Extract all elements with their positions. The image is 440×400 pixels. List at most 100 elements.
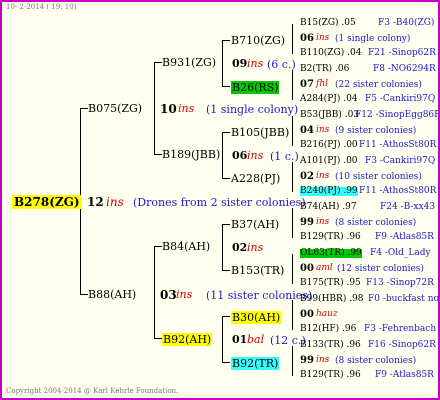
- gen4-note: (8 sister colonies): [335, 356, 417, 366]
- tree-line: [154, 154, 162, 155]
- gen4-link[interactable]: F21 -Sinop62R: [368, 49, 436, 58]
- gen4-link[interactable]: F4 -Old_Lady: [370, 249, 431, 258]
- gen4-note: (22 sister colonies): [335, 80, 422, 90]
- gen4-ins-number: 99: [300, 355, 314, 366]
- root-ins-word: ins: [106, 195, 124, 209]
- gen2-ins-number: 02: [232, 241, 248, 254]
- gen4-queen[interactable]: B15(ZG) .05: [300, 19, 356, 28]
- gen4-queen[interactable]: B175(TR) .95: [300, 279, 361, 288]
- gen3-queen[interactable]: B30(AH): [231, 311, 282, 324]
- gen4-link[interactable]: F0 -buckfast not: [368, 295, 438, 304]
- gen4-link[interactable]: F12 -SinopEgg86R: [355, 111, 438, 120]
- gen1-ins-number: 10: [160, 102, 177, 116]
- tree-line: [222, 316, 223, 362]
- gen4-ins-word: ins: [316, 125, 330, 135]
- gen4-queen[interactable]: B12(HF) .96: [300, 325, 356, 334]
- gen3-queen[interactable]: B26(RS): [231, 81, 280, 94]
- gen2-ins-number: 09: [232, 57, 248, 70]
- gen4-link[interactable]: F3 -Cankiri97Q: [365, 157, 435, 166]
- tree-line: [154, 246, 155, 338]
- tree-line: [222, 270, 230, 271]
- gen4-queen[interactable]: B74(AH) .97: [300, 203, 357, 212]
- gen4-link[interactable]: F3 -Fehrenbach: [364, 325, 436, 334]
- gen4-link[interactable]: F3 -B40(ZG): [378, 19, 434, 28]
- tree-line: [222, 86, 230, 87]
- gen2-queen[interactable]: B84(AH): [162, 241, 210, 252]
- gen4-queen[interactable]: B99(HBR) .98: [300, 295, 364, 304]
- gen3-queen[interactable]: B105(JBB): [231, 127, 289, 138]
- tree-line: [222, 40, 223, 86]
- gen4-queen[interactable]: B133(TR) .96: [300, 341, 361, 350]
- root-queen[interactable]: B278(ZG): [12, 195, 82, 209]
- tree-line: [222, 224, 230, 225]
- gen4-link[interactable]: F11 -AthosSt80R: [359, 141, 436, 150]
- gen2-note: (1 c.): [270, 150, 299, 163]
- gen4-ins-word: ins: [316, 217, 330, 227]
- gen2-queen[interactable]: B92(AH): [162, 333, 213, 346]
- pedigree-frame: 10- 2-2014 ( 19: 10) B278(ZG) 12 ins (Dr…: [0, 0, 440, 400]
- gen2-ins-word: ins: [247, 57, 264, 70]
- gen4-queen[interactable]: B129(TR) .96: [300, 233, 361, 242]
- root-note: (Drones from 2 sister colonies): [133, 196, 306, 209]
- copyright-footer: Copyright 2004-2014 @ Karl Kehrle Founda…: [6, 387, 179, 395]
- tree-line: [222, 132, 223, 178]
- gen2-queen[interactable]: B931(ZG): [162, 57, 216, 68]
- gen4-ins-number: 02: [300, 171, 314, 182]
- gen4-queen[interactable]: B53(JBB) .03: [300, 111, 359, 120]
- gen2-queen[interactable]: B189(JBB): [162, 149, 220, 160]
- tree-line: [292, 300, 293, 330]
- gen4-note: (8 sister colonies): [335, 218, 417, 228]
- gen4-note: (10 sister colonies): [335, 172, 422, 182]
- gen4-queen[interactable]: B2(TR) .06: [300, 65, 349, 74]
- gen2-ins-number: 06: [232, 149, 248, 162]
- gen2-ins-word: ins: [247, 149, 264, 162]
- gen4-queen[interactable]: A284(PJ) .04: [300, 95, 358, 104]
- gen4-ins-number: 07: [300, 79, 314, 90]
- gen4-link[interactable]: F5 -Cankiri97Q: [365, 95, 435, 104]
- gen3-queen[interactable]: B92(TR): [231, 357, 280, 370]
- gen4-ins-number: 06: [300, 33, 314, 44]
- tree-line: [154, 62, 155, 154]
- gen4-link[interactable]: F16 -Sinop62R: [368, 341, 436, 350]
- tree-line: [222, 178, 230, 179]
- gen4-ins-number: 99: [300, 217, 314, 228]
- gen4-queen[interactable]: A101(PJ) .00: [300, 157, 358, 166]
- gen4-queen[interactable]: B129(TR) .96: [300, 371, 361, 380]
- gen4-ins-word: fhl: [316, 79, 329, 89]
- gen1-ins-word: ins: [178, 102, 195, 115]
- gen1-ins-number: 03: [160, 288, 177, 302]
- tree-line: [222, 224, 223, 270]
- gen3-queen[interactable]: A228(PJ): [231, 173, 280, 184]
- gen4-link[interactable]: F13 -Sinop72R: [366, 279, 434, 288]
- gen4-link[interactable]: F11 -AthosSt80R: [359, 187, 436, 196]
- tree-line: [292, 70, 293, 100]
- gen1-note: (1 single colony): [206, 103, 299, 116]
- gen4-link[interactable]: F24 -B-xx43: [380, 203, 435, 212]
- gen3-queen[interactable]: B153(TR): [231, 265, 284, 276]
- gen4-link[interactable]: F9 -Atlas85R: [375, 371, 434, 380]
- gen4-note: (12 sister colonies): [337, 264, 424, 274]
- tree-line: [292, 208, 293, 238]
- tree-line: [154, 338, 162, 339]
- tree-line: [222, 316, 230, 317]
- gen4-ins-word: ins: [316, 33, 330, 43]
- gen1-queen[interactable]: B075(ZG): [88, 103, 142, 114]
- gen4-ins-number: 00: [300, 309, 314, 320]
- tree-line: [154, 62, 162, 63]
- gen1-queen[interactable]: B88(AH): [88, 289, 136, 300]
- gen4-queen[interactable]: B110(ZG) .04: [300, 49, 361, 58]
- gen4-ins-word: hauz: [316, 309, 338, 319]
- tree-line: [292, 116, 293, 146]
- gen4-link[interactable]: F8 -NO6294R: [373, 65, 436, 74]
- gen4-queen[interactable]: OL63(TR) .99: [300, 249, 362, 258]
- gen4-ins-word: ins: [316, 171, 330, 181]
- gen2-note: (6 c.): [267, 58, 296, 71]
- gen3-queen[interactable]: B37(AH): [231, 219, 279, 230]
- gen1-note: (11 sister colonies): [206, 289, 313, 302]
- tree-line: [292, 162, 293, 192]
- gen4-queen[interactable]: B240(PJ) .99: [300, 187, 358, 196]
- gen4-link[interactable]: F9 -Atlas85R: [375, 233, 434, 242]
- gen3-queen[interactable]: B710(ZG): [231, 35, 285, 46]
- tree-line: [292, 24, 293, 54]
- gen4-queen[interactable]: B216(PJ) .00: [300, 141, 358, 150]
